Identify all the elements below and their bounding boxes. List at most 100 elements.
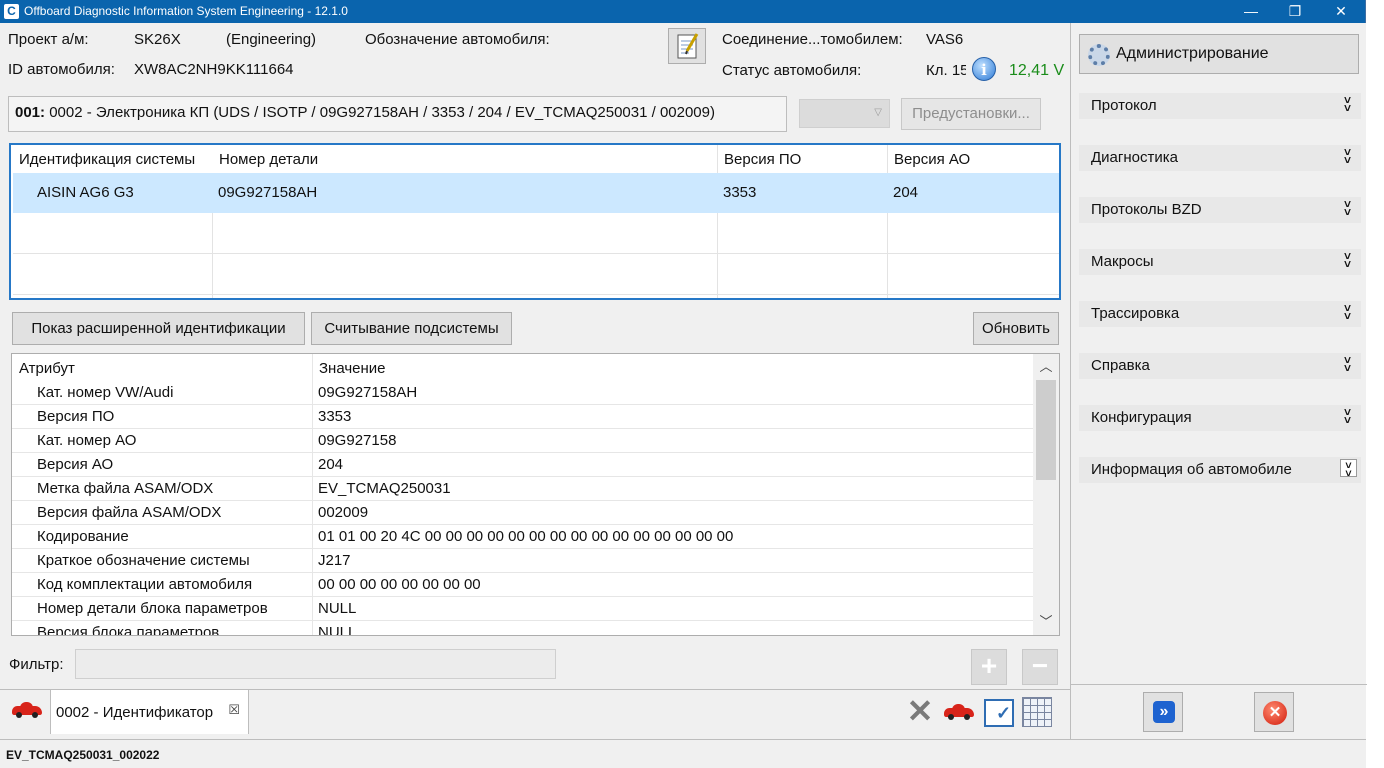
value-cell: EV_TCMAQ250031 [318, 480, 451, 497]
attribute-cell: Метка файла ASAM/ODX [37, 480, 214, 497]
column-header[interactable]: Номер детали [219, 151, 318, 168]
double-chevron-down-icon: ˅ ˅ [1343, 353, 1351, 375]
edit-designation-button[interactable] [668, 28, 706, 64]
software-version-cell: 3353 [723, 184, 757, 201]
table-row[interactable]: Версия АО 204 [12, 453, 1033, 477]
column-header[interactable]: Версия АО [894, 151, 970, 168]
info-icon[interactable]: i [972, 57, 996, 81]
terminal-value: Кл. 15 [926, 62, 966, 79]
sidebar-item-macros[interactable]: Макросы ˅ ˅ [1079, 249, 1361, 275]
value-cell: NULL [318, 600, 357, 617]
column-divider [212, 213, 213, 298]
attribute-cell: Кат. номер АО [37, 432, 137, 449]
attribute-table: Атрибут Значение Кат. номер VW/Audi 09G92… [11, 353, 1060, 636]
control-unit-selector[interactable]: 001: 0002 - Электроника КП (UDS / ISOTP … [8, 96, 787, 132]
double-chevron-down-icon: ˅ ˅ [1343, 197, 1351, 219]
refresh-button[interactable]: Обновить [973, 312, 1059, 345]
attribute-cell: Версия ПО [37, 408, 115, 425]
vertical-scrollbar[interactable]: ︿ ﹀ [1033, 354, 1059, 635]
system-identification-table: Идентификация системы Номер детали Верси… [9, 143, 1061, 300]
administration-button[interactable]: Администрирование [1079, 34, 1359, 74]
forward-button[interactable]: » [1143, 692, 1183, 732]
table-row[interactable]: Кат. номер VW/Audi 09G927158AH [12, 381, 1033, 405]
column-header[interactable]: Идентификация системы [19, 151, 195, 168]
sidebar-item-label: Трассировка [1091, 305, 1180, 322]
column-header-value[interactable]: Значение [319, 360, 386, 377]
maximize-button[interactable]: ❐ [1272, 0, 1318, 23]
table-row[interactable]: Метка файла ASAM/ODX EV_TCMAQ250031 [12, 477, 1033, 501]
double-arrow-right-icon: » [1153, 701, 1175, 723]
close-session-button[interactable]: ✕ [1254, 692, 1294, 732]
value-cell: 00 00 00 00 00 00 00 00 [318, 576, 481, 593]
column-divider [887, 213, 888, 298]
attribute-cell: Краткое обозначение системы [37, 552, 250, 569]
table-row[interactable]: Номер детали блока параметров NULL [12, 597, 1033, 621]
tab-identification[interactable]: 0002 - Идентификатор ☒ [50, 689, 249, 734]
screen-edge [1366, 0, 1384, 768]
sidebar-divider [1071, 684, 1367, 685]
double-chevron-down-icon: ˅ ˅ [1343, 93, 1351, 115]
sidebar-item-help[interactable]: Справка ˅ ˅ [1079, 353, 1361, 379]
notepad-icon [677, 33, 699, 59]
table-row[interactable]: Кодирование 01 01 00 20 4C 00 00 00 00 00… [12, 525, 1033, 549]
table-row[interactable]: Код комплектации автомобиля 00 00 00 00 0… [12, 573, 1033, 597]
vin-value: XW8AC2NH9KK111664 [134, 61, 294, 78]
tab-close-icon[interactable]: ☒ [228, 702, 240, 718]
presets-button[interactable]: Предустановки... [901, 98, 1041, 130]
column-divider [887, 145, 888, 173]
sidebar-item-diagnostics[interactable]: Диагностика ˅ ˅ [1079, 145, 1361, 171]
sidebar-item-protocol[interactable]: Протокол ˅ ˅ [1079, 93, 1361, 119]
attribute-cell: Версия файла ASAM/ODX [37, 504, 222, 521]
scroll-up-icon[interactable]: ︿ [1033, 356, 1059, 378]
vehicle-status-label: Статус автомобиля: [722, 62, 862, 79]
control-unit-text: 0002 - Электроника КП (UDS / ISOTP / 09G… [49, 104, 715, 121]
attribute-cell: Код комплектации автомобиля [37, 576, 253, 593]
sidebar-item-tracing[interactable]: Трассировка ˅ ˅ [1079, 301, 1361, 327]
chevron-down-icon: ▽ [874, 107, 882, 118]
filter-input[interactable] [75, 649, 556, 679]
table-row[interactable]: Версия файла ASAM/ODX 002009 [12, 501, 1033, 525]
read-subsystem-button[interactable]: Считывание подсистемы [311, 312, 512, 345]
scroll-down-icon[interactable]: ﹀ [1033, 611, 1059, 633]
remove-button[interactable]: − [1022, 649, 1058, 685]
column-header-attribute[interactable]: Атрибут [19, 360, 75, 377]
vehicle-car-icon[interactable] [944, 704, 974, 720]
hardware-version-cell: 204 [893, 184, 919, 201]
sidebar-item-bzd-protocols[interactable]: Протоколы BZD ˅ ˅ [1079, 197, 1361, 223]
app-icon: C [4, 4, 19, 19]
value-cell: J217 [318, 552, 351, 569]
table-row[interactable]: Краткое обозначение системы J217 [12, 549, 1033, 573]
sidebar-item-label: Протокол [1091, 97, 1157, 114]
sidebar-item-configuration[interactable]: Конфигурация ˅ ˅ [1079, 405, 1361, 431]
table-row[interactable]: Версия блока параметров NULL [12, 621, 1033, 636]
status-text: EV_TCMAQ250031_002022 [6, 748, 160, 762]
sidebar-item-label: Макросы [1091, 253, 1154, 270]
grid-table-icon[interactable] [1022, 697, 1052, 727]
attribute-cell: Версия блока параметров [37, 624, 220, 636]
sidebar-item-vehicle-info[interactable]: Информация об автомобиле ˅ ˅ [1079, 457, 1361, 483]
vehicle-designation-label: Обозначение автомобиля: [365, 31, 550, 48]
sidebar-item-label: Конфигурация [1091, 409, 1192, 426]
filter-label: Фильтр: [9, 656, 64, 673]
administration-label: Администрирование [1116, 45, 1269, 62]
scrollbar-thumb[interactable] [1036, 380, 1056, 480]
value-cell: NULL [318, 624, 357, 636]
car-icon[interactable] [12, 702, 42, 718]
disconnect-icon[interactable]: ✕ [905, 695, 935, 727]
project-label: Проект а/м: [8, 31, 89, 48]
sidebar-item-label: Диагностика [1091, 149, 1178, 166]
show-extended-identification-button[interactable]: Показ расширенной идентификации [12, 312, 305, 345]
double-chevron-down-icon: ˅ ˅ [1343, 301, 1351, 323]
column-header[interactable]: Версия ПО [724, 151, 801, 168]
status-bar: EV_TCMAQ250031_002022 [0, 739, 1366, 768]
table-row[interactable]: Версия ПО 3353 [12, 405, 1033, 429]
value-cell: 204 [318, 456, 344, 473]
table-row[interactable]: Кат. номер АО 09G927158 [12, 429, 1033, 453]
window-title: Offboard Diagnostic Information System E… [24, 4, 348, 18]
variant-dropdown[interactable]: ▽ [799, 99, 890, 128]
checklist-icon[interactable]: ✓ [984, 699, 1014, 727]
minimize-button[interactable]: — [1228, 0, 1274, 23]
close-window-button[interactable]: ✕ [1318, 0, 1364, 23]
gear-icon [1088, 44, 1110, 66]
add-button[interactable]: + [971, 649, 1007, 685]
